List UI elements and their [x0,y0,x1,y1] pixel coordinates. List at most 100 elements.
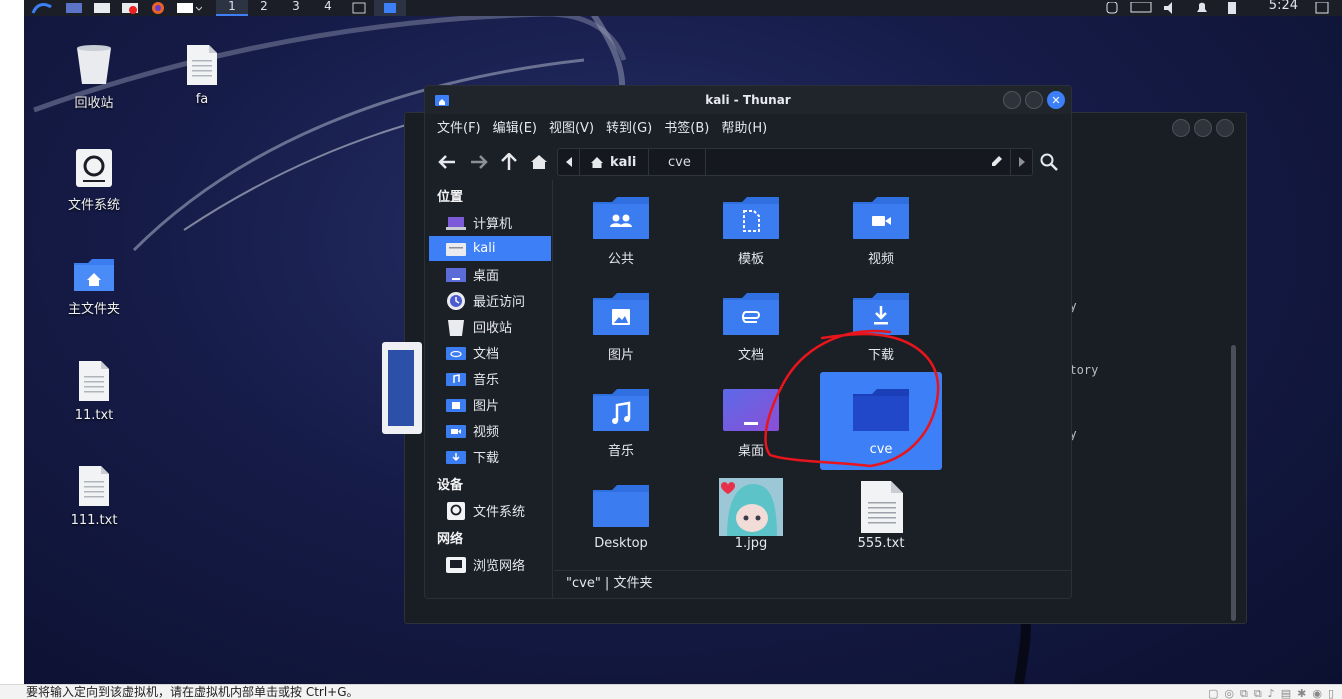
path-scroll-right[interactable] [1010,149,1032,175]
desktop-icon-111txt[interactable]: 111.txt [54,465,134,528]
sidebar-item-desktop[interactable]: 桌面 [429,262,551,287]
network-status-icon[interactable] [1102,1,1122,14]
templates-folder-icon [723,197,779,239]
vm-device-icon[interactable]: ▢ [1208,686,1218,699]
file-item-downloads[interactable]: 下载 [820,282,942,368]
vm-device-icon[interactable]: ▤ [1281,686,1291,699]
sidebar-item-filesystem[interactable]: 文件系统 [429,498,551,523]
edit-location-button[interactable] [990,154,1004,172]
battery-icon[interactable] [1222,2,1242,14]
vm-status-bar: 要将输入定向到该虚拟机，请在虚拟机内部单击或按 Ctrl+G。 ▢ ◎ ⧉ ⧉ … [0,684,1342,699]
sidebar-item-label: 文件系统 [473,505,526,520]
desktop-icon-fa[interactable]: fa [162,44,242,107]
vm-device-icons[interactable]: ▢ ◎ ⧉ ⧉ ♪ ▤ ✱ ◉ ▯ [1208,686,1334,699]
search-button[interactable] [1037,150,1061,174]
menu-file[interactable]: 文件(F) [431,116,487,142]
maximize-button[interactable] [1025,91,1043,109]
downloads-folder-icon [853,293,909,335]
volume-icon[interactable] [1162,2,1182,14]
vm-device-icon[interactable]: ⧉ [1254,686,1262,699]
sidebar-item-downloads[interactable]: 下载 [429,444,551,469]
home-button[interactable] [527,150,551,174]
breadcrumb-current[interactable]: cve [654,149,706,175]
breadcrumb-home-label: kali [610,154,637,170]
sidebar-item-videos[interactable]: 视频 [429,418,551,443]
file-item-555txt[interactable]: 555.txt [820,474,942,560]
file-manager-launcher[interactable] [88,0,116,16]
session-menu-icon[interactable] [1312,1,1332,14]
vm-device-icon[interactable]: ▯ [1328,686,1334,699]
file-item-desktop-folder[interactable]: 桌面 [690,378,812,464]
sidebar-item-music[interactable]: 音乐 [429,366,551,391]
file-item-pictures[interactable]: 图片 [560,282,682,368]
minimize-button[interactable] [1172,119,1190,137]
sidebar-item-recent[interactable]: 最近访问 [429,288,551,313]
taskbar-thunar[interactable] [374,0,406,16]
file-item-documents[interactable]: 文档 [690,282,812,368]
up-button[interactable] [497,150,521,174]
terminal-scrollbar[interactable] [1231,345,1236,621]
vm-device-icon[interactable]: ✱ [1297,686,1306,699]
text-editor-launcher[interactable] [116,0,144,16]
forward-button[interactable] [467,150,491,174]
close-button[interactable]: ✕ [1047,91,1065,109]
videos-folder-icon [446,424,466,438]
file-item-templates[interactable]: 模板 [690,186,812,272]
vm-device-icon[interactable]: ⧉ [1240,686,1248,699]
breadcrumb-home[interactable]: kali [580,149,650,175]
sidebar-item-trash[interactable]: 回收站 [429,314,551,339]
workspace-2[interactable]: 2 [248,0,280,16]
arrow-right-icon [471,155,488,169]
file-item-desktop-en[interactable]: Desktop [560,474,682,560]
kali-menu-button[interactable] [24,0,60,16]
image-thumbnail [719,478,783,536]
menu-view[interactable]: 视图(V) [543,116,600,142]
file-item-public[interactable]: 公共 [560,186,682,272]
menu-bookmarks[interactable]: 书签(B) [658,116,715,142]
thunar-window[interactable]: kali - Thunar ✕ 文件(F) 编辑(E) 视图(V) 转到(G) … [424,85,1072,599]
taskbar-terminal[interactable] [344,0,374,16]
desktop-icon-home[interactable]: 主文件夹 [54,258,134,317]
clock[interactable]: 5:24 [1269,0,1298,13]
show-desktop-button[interactable] [60,0,88,16]
terminal-launcher[interactable] [172,0,206,16]
sidebar-item-documents[interactable]: 文档 [429,340,551,365]
sidebar-item-kali[interactable]: kali [429,236,551,261]
close-button[interactable] [1216,119,1234,137]
file-item-label: 桌面 [737,444,764,459]
desktop-icon-trash[interactable]: 回收站 [54,44,134,111]
desktop-icon-filesystem[interactable]: 文件系统 [54,148,134,213]
firefox-launcher[interactable] [144,0,172,16]
notification-bell-icon[interactable] [1192,2,1212,14]
file-item-1jpg[interactable]: 1.jpg [690,474,812,560]
location-bar[interactable]: kali cve [557,148,1033,176]
sidebar-item-pictures[interactable]: 图片 [429,392,551,417]
maximize-button[interactable] [1194,119,1212,137]
file-item-label: 555.txt [857,536,905,551]
workspace-3[interactable]: 3 [280,0,312,16]
minimize-button[interactable] [1003,91,1021,109]
window-titlebar[interactable]: kali - Thunar ✕ [425,86,1071,114]
sidebar-item-computer[interactable]: 计算机 [429,210,551,235]
file-item-videos[interactable]: 视频 [820,186,942,272]
keyboard-icon[interactable] [1130,1,1154,14]
desktop-icon-11txt[interactable]: 11.txt [54,360,134,423]
menu-go[interactable]: 转到(G) [600,116,658,142]
videos-folder-icon [853,197,909,239]
menu-edit[interactable]: 编辑(E) [487,116,543,142]
back-button[interactable] [435,150,459,174]
workspace-4[interactable]: 4 [312,0,344,16]
workspace-1[interactable]: 1 [216,0,248,16]
downloads-folder-icon [446,450,466,464]
sidebar-item-label: kali [473,241,496,256]
sidebar-item-browse-network[interactable]: 浏览网络 [429,552,551,577]
sidebar-item-label: 文档 [473,347,500,362]
vm-device-icon[interactable]: ◉ [1312,686,1322,699]
vm-device-icon[interactable]: ◎ [1224,686,1234,699]
vm-device-icon[interactable]: ♪ [1268,686,1275,699]
sidebar-item-label: 桌面 [473,269,500,284]
file-item-cve[interactable]: cve [820,372,942,470]
file-item-music[interactable]: 音乐 [560,378,682,464]
path-scroll-left[interactable] [558,149,580,175]
menu-help[interactable]: 帮助(H) [715,116,773,142]
